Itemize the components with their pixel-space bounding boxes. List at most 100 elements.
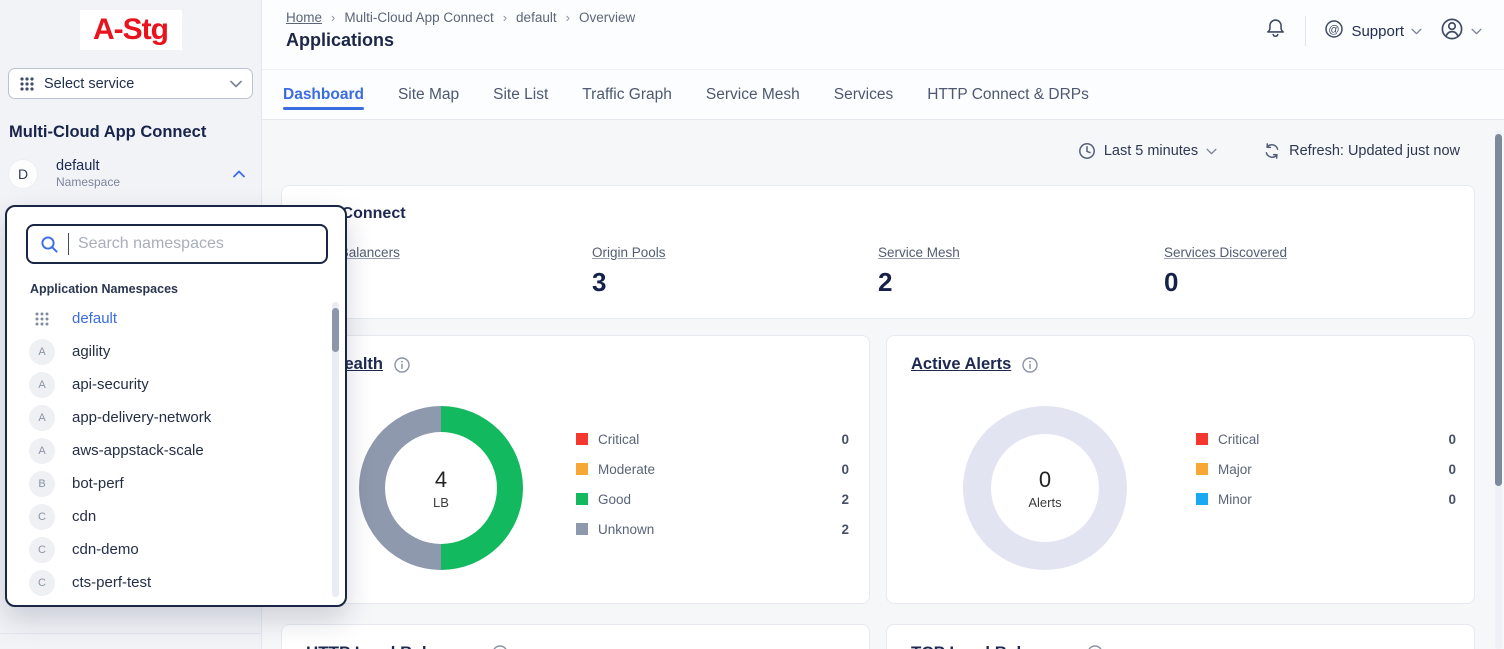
stat-service-mesh-link[interactable]: Service Mesh — [878, 245, 960, 260]
namespace-item-cdn[interactable]: C cdn — [7, 500, 345, 533]
dropdown-scrollbar-track[interactable] — [332, 302, 339, 597]
legend-row-moderate: Moderate 0 — [576, 454, 849, 484]
legend-swatch — [576, 433, 588, 445]
letter-avatar: A — [29, 438, 55, 464]
at-circle-icon: @ — [1324, 19, 1344, 44]
http-load-balancers-card: HTTP Load Balancers — [281, 624, 870, 649]
dropdown-scrollbar-thumb[interactable] — [332, 308, 339, 352]
support-menu-button[interactable]: @ Support — [1324, 19, 1422, 44]
support-label: Support — [1351, 23, 1404, 40]
lb-health-donut-value: 4 — [435, 467, 447, 493]
active-alerts-donut-value: 0 — [1039, 467, 1051, 493]
account-menu-button[interactable] — [1440, 17, 1482, 46]
stat-services-discovered: Services Discovered 0 — [1164, 244, 1450, 298]
time-range-label: Last 5 minutes — [1104, 143, 1198, 159]
namespace-item-aws-appstack-scale[interactable]: A aws-appstack-scale — [7, 434, 345, 467]
legend-row-major: Major 0 — [1196, 454, 1456, 484]
search-icon — [40, 235, 59, 254]
active-alerts-card: Active Alerts 0 Alerts — [886, 335, 1475, 604]
user-circle-icon — [1440, 17, 1464, 46]
breadcrumb-namespace[interactable]: default — [516, 10, 557, 25]
page-tabs: Dashboard Site Map Site List Traffic Gra… — [262, 70, 1504, 120]
tab-service-mesh[interactable]: Service Mesh — [706, 70, 800, 119]
http-load-balancers-title: HTTP Load Balancers — [306, 643, 481, 649]
time-range-selector[interactable]: Last 5 minutes — [1078, 142, 1217, 160]
tab-site-map[interactable]: Site Map — [398, 70, 459, 119]
namespace-item-app-delivery-network[interactable]: A app-delivery-network — [7, 401, 345, 434]
dashboard-toolbar: Last 5 minutes Refresh: Updated just now — [281, 138, 1460, 164]
namespace-item-api-security[interactable]: A api-security — [7, 368, 345, 401]
legend-swatch — [1196, 463, 1208, 475]
stat-service-mesh-value: 2 — [878, 267, 1164, 298]
letter-avatar: C — [29, 570, 55, 596]
stat-services-discovered-value: 0 — [1164, 267, 1450, 298]
namespace-search-box[interactable] — [26, 224, 328, 264]
sidebar-divider — [0, 633, 261, 634]
letter-avatar: C — [29, 537, 55, 563]
app-connect-card: App Connect Load Balancers Origin Pools … — [281, 185, 1475, 319]
main-content: Last 5 minutes Refresh: Updated just now… — [262, 120, 1504, 649]
legend-row-critical: Critical 0 — [576, 424, 849, 454]
namespace-item-default[interactable]: default — [7, 302, 345, 335]
stat-load-balancers: Load Balancers — [306, 244, 592, 298]
legend-swatch — [1196, 433, 1208, 445]
lb-health-card: LB Health 4 LB — [281, 335, 870, 604]
namespace-selector[interactable]: D default Namespace — [8, 158, 253, 189]
info-icon[interactable] — [393, 356, 411, 374]
page-scrollbar-thumb[interactable] — [1495, 134, 1502, 486]
info-icon[interactable] — [1021, 356, 1039, 374]
letter-avatar: A — [29, 372, 55, 398]
lb-health-donut-label: LB — [433, 495, 449, 510]
grid-icon — [29, 311, 55, 327]
namespace-item-cts-perf-test[interactable]: C cts-perf-test — [7, 566, 345, 599]
grid-icon — [19, 76, 35, 92]
chevron-down-icon — [1471, 28, 1482, 35]
namespace-name: default — [56, 158, 215, 174]
namespace-item-cdn-demo[interactable]: C cdn-demo — [7, 533, 345, 566]
chevron-down-icon — [230, 80, 242, 88]
active-alerts-title-link[interactable]: Active Alerts — [911, 355, 1011, 374]
header-divider — [1305, 16, 1306, 46]
info-icon[interactable] — [491, 644, 509, 649]
tab-services[interactable]: Services — [834, 70, 893, 119]
breadcrumb-separator: › — [566, 10, 570, 25]
namespace-item-agility[interactable]: A agility — [7, 335, 345, 368]
legend-swatch — [576, 493, 588, 505]
select-service-dropdown[interactable]: Select service — [8, 68, 253, 99]
namespace-item-bot-perf[interactable]: B bot-perf — [7, 467, 345, 500]
breadcrumb-overview: Overview — [579, 10, 635, 25]
refresh-icon — [1263, 142, 1281, 160]
stat-service-mesh: Service Mesh 2 — [878, 244, 1164, 298]
tab-traffic-graph[interactable]: Traffic Graph — [582, 70, 672, 119]
letter-avatar: B — [29, 471, 55, 497]
breadcrumb: Home › Multi-Cloud App Connect › default… — [286, 10, 635, 25]
page-scrollbar-track[interactable] — [1495, 130, 1502, 649]
lb-health-donut: 4 LB — [359, 406, 523, 570]
refresh-label: Refresh: Updated just now — [1289, 143, 1460, 159]
namespace-type-label: Namespace — [56, 175, 215, 189]
stat-origin-pools-value: 3 — [592, 267, 878, 298]
lb-health-legend: Critical 0 Moderate 0 Good 2 — [576, 424, 849, 544]
namespace-group-label: Application Namespaces — [30, 282, 345, 296]
select-service-label: Select service — [44, 76, 221, 92]
letter-avatar: A — [29, 405, 55, 431]
svg-text:@: @ — [1329, 24, 1340, 36]
stat-services-discovered-link[interactable]: Services Discovered — [1164, 245, 1287, 260]
namespace-avatar: D — [8, 159, 38, 189]
top-header: Home › Multi-Cloud App Connect › default… — [262, 0, 1504, 70]
tab-dashboard[interactable]: Dashboard — [283, 70, 364, 119]
stat-origin-pools-link[interactable]: Origin Pools — [592, 245, 666, 260]
notifications-bell-button[interactable] — [1264, 17, 1287, 45]
namespace-search-input[interactable] — [78, 235, 314, 253]
legend-swatch — [1196, 493, 1208, 505]
chevron-up-icon — [233, 170, 245, 178]
refresh-button[interactable]: Refresh: Updated just now — [1263, 142, 1460, 160]
tab-http-connect-drps[interactable]: HTTP Connect & DRPs — [927, 70, 1089, 119]
tab-site-list[interactable]: Site List — [493, 70, 548, 119]
namespace-list: default A agility A api-security A app-d… — [7, 302, 345, 599]
chevron-down-icon — [1206, 148, 1217, 155]
info-icon[interactable] — [1086, 644, 1104, 649]
breadcrumb-service[interactable]: Multi-Cloud App Connect — [344, 10, 493, 25]
text-cursor — [68, 233, 69, 255]
breadcrumb-home[interactable]: Home — [286, 10, 322, 25]
